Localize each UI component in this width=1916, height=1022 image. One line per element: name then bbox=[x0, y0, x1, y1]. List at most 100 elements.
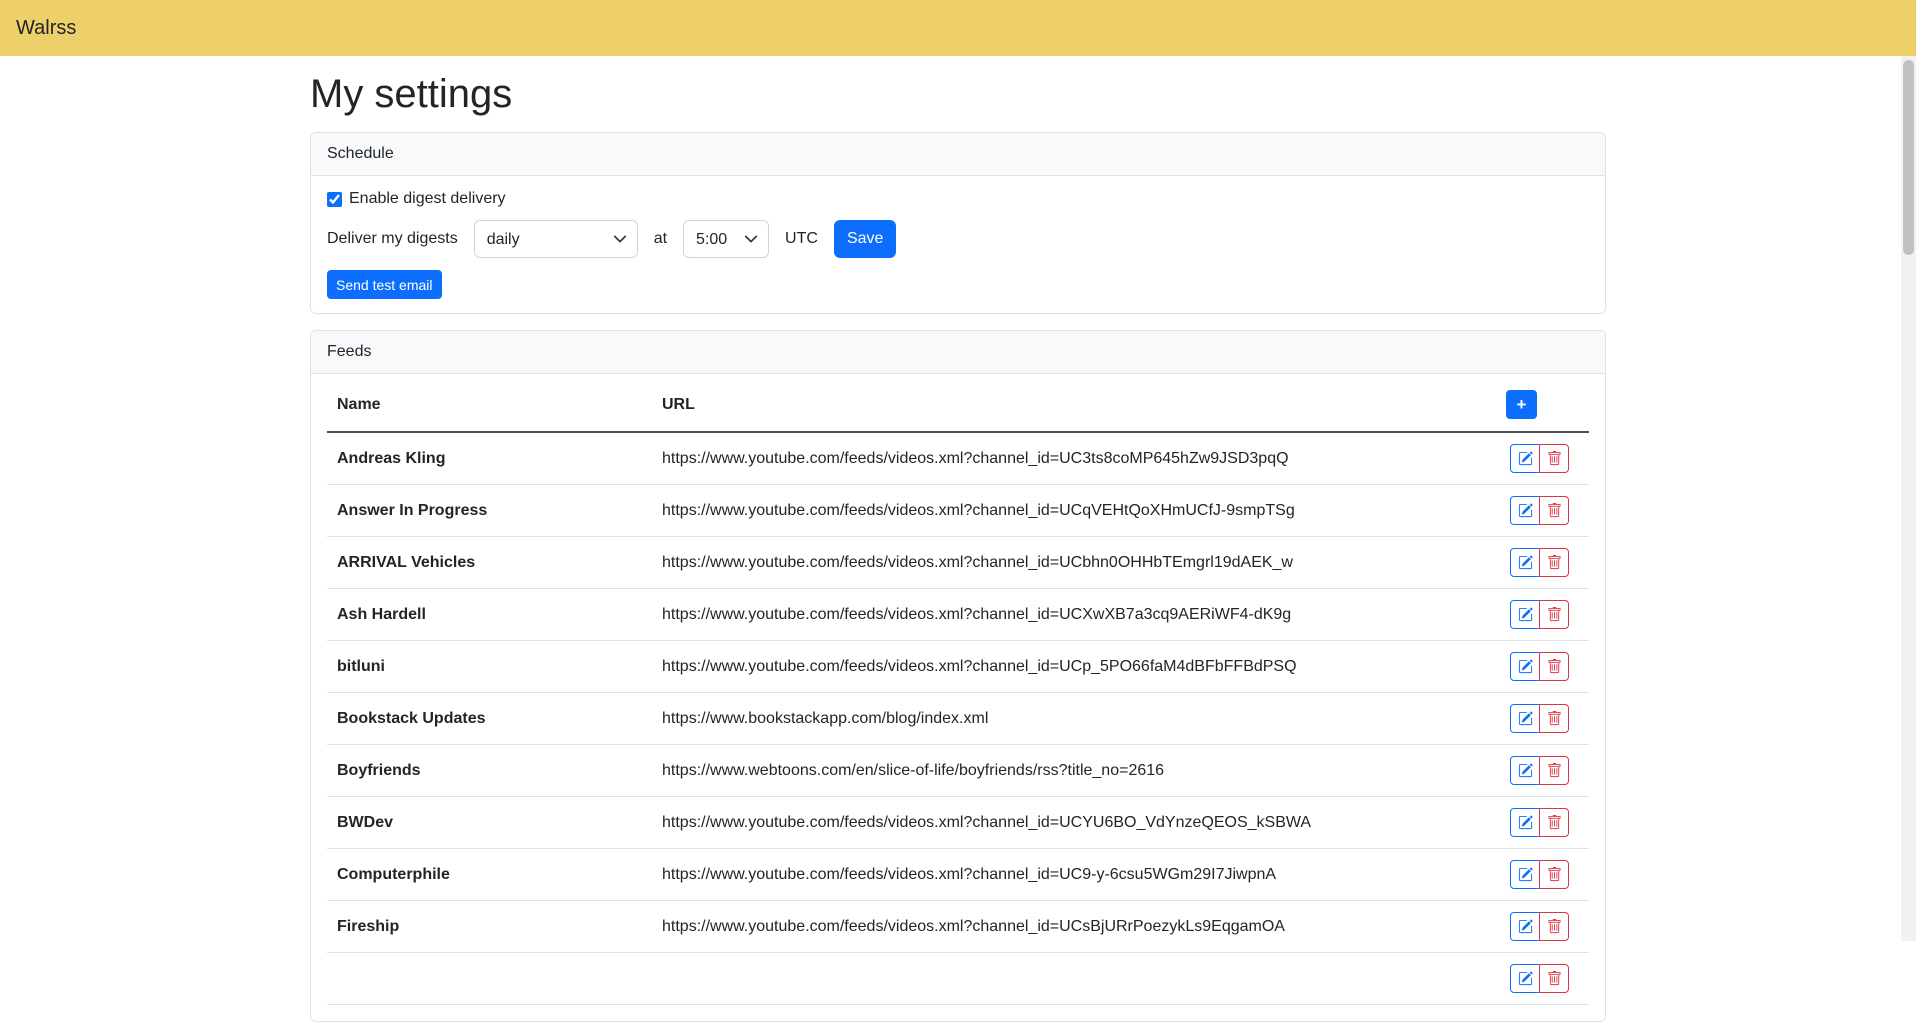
feed-name: Boyfriends bbox=[327, 745, 652, 797]
feed-url: https://www.youtube.com/feeds/videos.xml… bbox=[652, 641, 1469, 693]
delete-feed-button[interactable] bbox=[1539, 444, 1569, 473]
plus-icon: + bbox=[1517, 396, 1527, 413]
feeds-card-header: Feeds bbox=[311, 331, 1605, 374]
table-row: Computerphile https://www.youtube.com/fe… bbox=[327, 849, 1589, 901]
feed-name: BWDev bbox=[327, 797, 652, 849]
at-label: at bbox=[654, 230, 667, 248]
feed-actions-group bbox=[1510, 652, 1569, 681]
enable-digest-row: Enable digest delivery bbox=[327, 190, 1589, 208]
pencil-square-icon bbox=[1518, 503, 1533, 518]
feeds-table: Name URL + Andreas Kling https://www.you… bbox=[327, 378, 1589, 1005]
edit-feed-button[interactable] bbox=[1510, 704, 1540, 733]
column-header-name: Name bbox=[327, 378, 652, 432]
feed-actions-group bbox=[1510, 600, 1569, 629]
feeds-card-body: Name URL + Andreas Kling https://www.you… bbox=[311, 374, 1605, 1021]
edit-feed-button[interactable] bbox=[1510, 756, 1540, 785]
schedule-card-header: Schedule bbox=[311, 133, 1605, 176]
navbar-brand[interactable]: Walrss bbox=[16, 17, 76, 40]
feed-url: https://www.webtoons.com/en/slice-of-lif… bbox=[652, 745, 1469, 797]
edit-feed-button[interactable] bbox=[1510, 444, 1540, 473]
table-row: Bookstack Updates https://www.bookstacka… bbox=[327, 693, 1589, 745]
feed-name: Computerphile bbox=[327, 849, 652, 901]
delete-feed-button[interactable] bbox=[1539, 600, 1569, 629]
edit-feed-button[interactable] bbox=[1510, 600, 1540, 629]
feed-actions bbox=[1469, 901, 1589, 953]
feed-actions-group bbox=[1510, 704, 1569, 733]
feed-actions bbox=[1469, 589, 1589, 641]
pencil-square-icon bbox=[1518, 555, 1533, 570]
table-row: bitluni https://www.youtube.com/feeds/vi… bbox=[327, 641, 1589, 693]
delete-feed-button[interactable] bbox=[1539, 548, 1569, 577]
delete-feed-button[interactable] bbox=[1539, 860, 1569, 889]
time-select[interactable]: 5:00 bbox=[683, 220, 769, 258]
feed-actions-group bbox=[1510, 548, 1569, 577]
table-row: Andreas Kling https://www.youtube.com/fe… bbox=[327, 432, 1589, 485]
feed-url: https://www.bookstackapp.com/blog/index.… bbox=[652, 693, 1469, 745]
feed-url: https://www.youtube.com/feeds/videos.xml… bbox=[652, 901, 1469, 953]
column-header-url: URL bbox=[652, 378, 1469, 432]
feed-name: Answer In Progress bbox=[327, 485, 652, 537]
delete-feed-button[interactable] bbox=[1539, 496, 1569, 525]
enable-digest-checkbox[interactable] bbox=[327, 192, 342, 207]
feed-name: Andreas Kling bbox=[327, 432, 652, 485]
edit-feed-button[interactable] bbox=[1510, 912, 1540, 941]
delete-feed-button[interactable] bbox=[1539, 704, 1569, 733]
send-test-email-button[interactable]: Send test email bbox=[327, 270, 442, 299]
edit-feed-button[interactable] bbox=[1510, 496, 1540, 525]
save-button[interactable]: Save bbox=[834, 220, 896, 258]
scrollbar-thumb[interactable] bbox=[1903, 60, 1914, 255]
delete-feed-button[interactable] bbox=[1539, 912, 1569, 941]
enable-digest-label[interactable]: Enable digest delivery bbox=[349, 190, 506, 208]
frequency-select[interactable]: daily bbox=[474, 220, 638, 258]
navbar: Walrss bbox=[0, 0, 1916, 56]
edit-feed-button[interactable] bbox=[1510, 808, 1540, 837]
deliver-label: Deliver my digests bbox=[327, 230, 458, 248]
pencil-square-icon bbox=[1518, 919, 1533, 934]
table-row: ARRIVAL Vehicles https://www.youtube.com… bbox=[327, 537, 1589, 589]
edit-feed-button[interactable] bbox=[1510, 652, 1540, 681]
table-row: Fireship https://www.youtube.com/feeds/v… bbox=[327, 901, 1589, 953]
table-row: Ash Hardell https://www.youtube.com/feed… bbox=[327, 589, 1589, 641]
column-header-actions: + bbox=[1469, 378, 1589, 432]
pencil-square-icon bbox=[1518, 451, 1533, 466]
trash-icon bbox=[1547, 607, 1562, 622]
delete-feed-button[interactable] bbox=[1539, 756, 1569, 785]
feed-actions-group bbox=[1510, 808, 1569, 837]
table-row: BWDev https://www.youtube.com/feeds/vide… bbox=[327, 797, 1589, 849]
feeds-table-body: Andreas Kling https://www.youtube.com/fe… bbox=[327, 432, 1589, 1005]
trash-icon bbox=[1547, 763, 1562, 778]
edit-feed-button[interactable] bbox=[1510, 964, 1540, 993]
trash-icon bbox=[1547, 659, 1562, 674]
trash-icon bbox=[1547, 815, 1562, 830]
feed-actions bbox=[1469, 641, 1589, 693]
pencil-square-icon bbox=[1518, 867, 1533, 882]
feed-name: Ash Hardell bbox=[327, 589, 652, 641]
delete-feed-button[interactable] bbox=[1539, 808, 1569, 837]
feed-url: https://www.youtube.com/feeds/videos.xml… bbox=[652, 432, 1469, 485]
feed-actions bbox=[1469, 693, 1589, 745]
pencil-square-icon bbox=[1518, 763, 1533, 778]
page-title: My settings bbox=[310, 72, 1606, 116]
feed-actions-group bbox=[1510, 496, 1569, 525]
trash-icon bbox=[1547, 971, 1562, 986]
trash-icon bbox=[1547, 451, 1562, 466]
feed-name bbox=[327, 953, 652, 1005]
pencil-square-icon bbox=[1518, 971, 1533, 986]
time-select-wrap: 5:00 bbox=[683, 220, 769, 258]
pencil-square-icon bbox=[1518, 815, 1533, 830]
trash-icon bbox=[1547, 867, 1562, 882]
delete-feed-button[interactable] bbox=[1539, 652, 1569, 681]
edit-feed-button[interactable] bbox=[1510, 548, 1540, 577]
feed-actions bbox=[1469, 537, 1589, 589]
main-content: My settings Schedule Enable digest deliv… bbox=[298, 56, 1618, 1022]
pencil-square-icon bbox=[1518, 659, 1533, 674]
delete-feed-button[interactable] bbox=[1539, 964, 1569, 993]
trash-icon bbox=[1547, 555, 1562, 570]
timezone-label: UTC bbox=[785, 230, 818, 248]
feed-actions-group bbox=[1510, 912, 1569, 941]
feed-actions bbox=[1469, 432, 1589, 485]
feed-url: https://www.youtube.com/feeds/videos.xml… bbox=[652, 537, 1469, 589]
edit-feed-button[interactable] bbox=[1510, 860, 1540, 889]
add-feed-button[interactable]: + bbox=[1506, 390, 1537, 419]
feed-actions-group bbox=[1510, 756, 1569, 785]
